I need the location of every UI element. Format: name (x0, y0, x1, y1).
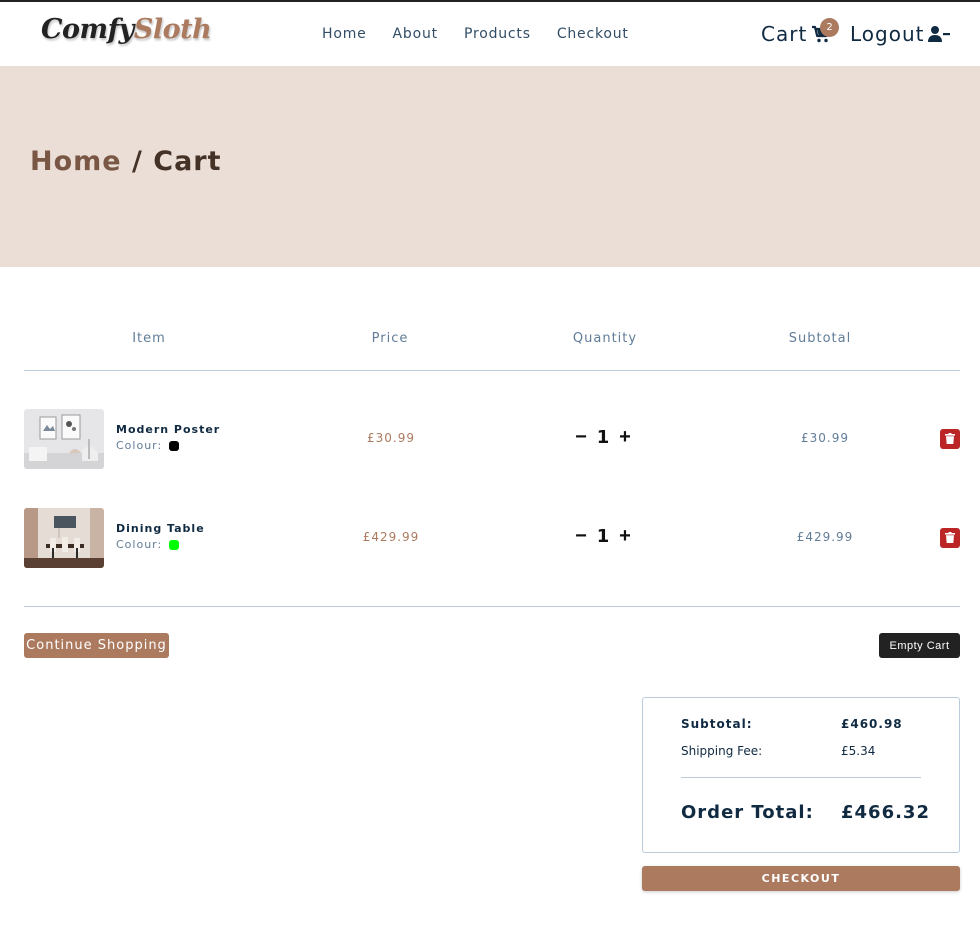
colour-label: Colour: (116, 439, 163, 452)
quantity-stepper: − 1 + (572, 525, 634, 547)
decrease-quantity-button[interactable]: − (572, 525, 590, 547)
nav-link-home[interactable]: Home (322, 26, 367, 42)
remove-item-button[interactable] (940, 528, 960, 548)
trash-icon (945, 531, 955, 546)
column-header-subtotal: Subtotal (788, 331, 852, 346)
shipping-fee-value: £5.34 (841, 744, 876, 758)
logout-label: Logout (850, 22, 925, 46)
breadcrumb: Home / Cart (30, 146, 222, 177)
logout-button[interactable]: Logout (850, 22, 951, 46)
quantity-stepper: − 1 + (572, 426, 634, 448)
colour-swatch (169, 440, 180, 451)
cart-label: Cart (761, 22, 808, 46)
quantity-value: 1 (596, 526, 610, 547)
logo[interactable]: ComfySloth (41, 14, 212, 45)
column-header-quantity: Quantity (572, 331, 638, 346)
product-name: Modern Poster (116, 423, 221, 436)
shipping-fee-label: Shipping Fee: (681, 744, 763, 758)
rows-divider (24, 606, 960, 607)
logo-part-1: Comfy (41, 14, 134, 45)
colour-label: Colour: (116, 538, 163, 551)
nav-link-about[interactable]: About (393, 26, 438, 42)
product-colour: Colour: (116, 439, 180, 452)
decrease-quantity-button[interactable]: − (572, 426, 590, 448)
product-subtotal: £30.99 (801, 431, 849, 445)
checkout-button[interactable]: CHECKOUT (642, 866, 960, 891)
empty-cart-button[interactable]: Empty Cart (879, 633, 960, 658)
breadcrumb-separator: / (121, 146, 154, 177)
logo-part-2: Sloth (133, 14, 212, 45)
column-header-price: Price (371, 331, 409, 346)
product-price: £429.99 (362, 530, 420, 544)
quantity-value: 1 (596, 427, 610, 448)
subtotal-value: £460.98 (841, 717, 903, 731)
page-hero: Home / Cart (0, 66, 980, 267)
breadcrumb-home-link[interactable]: Home (30, 146, 122, 177)
increase-quantity-button[interactable]: + (616, 426, 634, 448)
user-minus-icon (928, 24, 951, 44)
nav-link-checkout[interactable]: Checkout (557, 26, 629, 42)
product-price: £30.99 (367, 431, 415, 445)
order-total-value: £466.32 (841, 802, 930, 823)
order-totals: Subtotal: £460.98 Shipping Fee: £5.34 Or… (642, 697, 960, 853)
product-colour: Colour: (116, 538, 180, 551)
continue-shopping-button[interactable]: Continue Shopping (24, 633, 169, 658)
breadcrumb-current: Cart (153, 146, 222, 177)
subtotal-label: Subtotal: (681, 717, 753, 731)
trash-icon (945, 432, 955, 447)
product-image (24, 508, 104, 568)
totals-divider (681, 777, 921, 778)
product-subtotal: £429.99 (796, 530, 854, 544)
column-header-item: Item (132, 331, 166, 346)
order-total-label: Order Total: (681, 802, 814, 823)
nav-links: Home About Products Checkout (322, 26, 655, 42)
product-image (24, 409, 104, 469)
navbar: ComfySloth Home About Products Checkout … (0, 2, 980, 66)
header-divider (24, 370, 960, 371)
increase-quantity-button[interactable]: + (616, 525, 634, 547)
remove-item-button[interactable] (940, 429, 960, 449)
colour-swatch (169, 539, 180, 550)
cart-item-row: Dining Table Colour: £429.99 − 1 + £429.… (0, 508, 980, 570)
cart-count-badge: 2 (820, 18, 839, 37)
product-name: Dining Table (116, 522, 205, 535)
nav-link-products[interactable]: Products (464, 26, 531, 42)
cart-item-row: Modern Poster Colour: £30.99 − 1 + £30.9… (0, 409, 980, 471)
